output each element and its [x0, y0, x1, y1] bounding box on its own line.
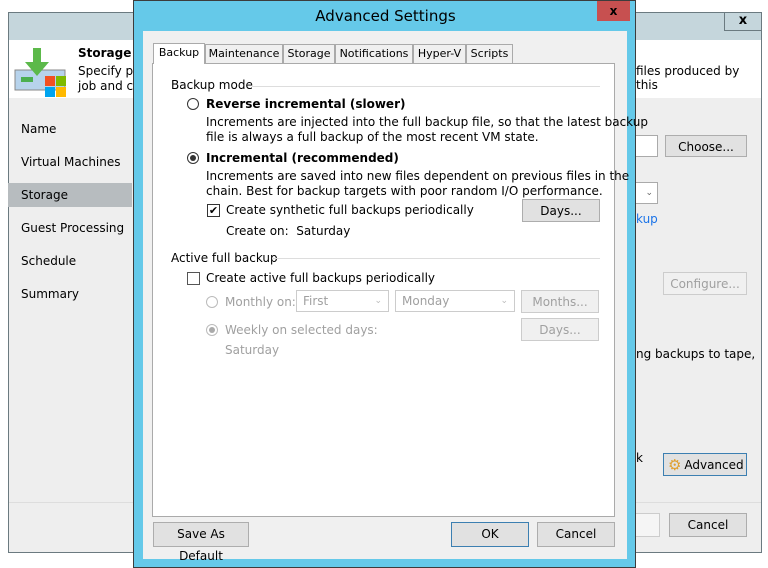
tab-hyper-v[interactable]: Hyper-V [413, 44, 466, 64]
advanced-label: Advanced [684, 458, 744, 472]
gear-icon: ⚙ [668, 456, 682, 474]
weekly-radio[interactable] [206, 324, 218, 336]
create-on-text: Create on: Saturday [226, 224, 351, 238]
storage-icon [14, 48, 66, 97]
nav-name[interactable]: Name [8, 117, 132, 141]
wizard-header-title: Storage [78, 46, 132, 60]
link-fragment[interactable]: kup [636, 212, 658, 226]
reverse-desc-1: Increments are injected into the full ba… [206, 115, 648, 129]
monthly-radio[interactable] [206, 296, 218, 308]
reverse-incremental-radio[interactable] [187, 98, 199, 110]
incremental-desc-1: Increments are saved into new files depe… [206, 169, 630, 183]
dialog-close-button[interactable]: x [597, 1, 630, 21]
k-text: k [636, 451, 643, 465]
nav-guest-processing[interactable]: Guest Processing [8, 216, 132, 240]
tape-text: ng backups to tape, [636, 347, 756, 361]
monthly-week-value: First [303, 294, 329, 308]
chevron-down-icon: ⌄ [374, 296, 382, 306]
monthly-day-select[interactable]: Monday ⌄ [395, 290, 515, 312]
synthetic-days-button[interactable]: Days... [522, 199, 600, 222]
backup-mode-heading: Backup mode [171, 78, 253, 92]
divider [252, 86, 600, 87]
synthetic-full-label[interactable]: Create synthetic full backups periodical… [226, 203, 474, 217]
monthly-label[interactable]: Monthly on: [225, 295, 296, 309]
incremental-label[interactable]: Incremental (recommended) [206, 151, 399, 165]
incremental-radio[interactable] [187, 152, 199, 164]
monthly-week-select[interactable]: First ⌄ [296, 290, 389, 312]
wizard-header-desc-1: Specify pr [78, 64, 139, 78]
reverse-incremental-label[interactable]: Reverse incremental (slower) [206, 97, 405, 111]
dialog-title: Advanced Settings [315, 7, 456, 25]
nav-storage[interactable]: Storage [8, 183, 132, 207]
chevron-down-icon: ⌄ [500, 296, 508, 306]
monthly-day-value: Monday [402, 294, 450, 308]
tab-scripts[interactable]: Scripts [466, 44, 513, 64]
tab-maintenance[interactable]: Maintenance [205, 44, 283, 64]
save-as-default-button[interactable]: Save As Default [153, 522, 249, 563]
weekly-label[interactable]: Weekly on selected days: [225, 323, 378, 337]
cancel-button[interactable]: Cancel [537, 522, 615, 547]
advanced-button[interactable]: ⚙ Advanced [663, 453, 747, 476]
ok-button[interactable]: OK [451, 522, 529, 547]
wizard-header-desc-2: job and cu [78, 79, 141, 93]
incremental-desc-2: chain. Best for backup targets with poor… [206, 184, 603, 198]
nav-virtual-machines[interactable]: Virtual Machines [8, 150, 132, 174]
wizard-close-button[interactable]: x [724, 12, 762, 31]
wizard-cancel-button[interactable]: Cancel [669, 513, 747, 537]
months-button[interactable]: Months... [521, 290, 599, 313]
active-full-label[interactable]: Create active full backups periodically [206, 271, 435, 285]
configure-button[interactable]: Configure... [663, 272, 747, 295]
divider [272, 258, 600, 259]
tab-backup[interactable]: Backup [153, 43, 205, 64]
tab-notifications[interactable]: Notifications [335, 44, 413, 64]
active-full-checkbox[interactable] [187, 272, 200, 285]
synthetic-full-checkbox[interactable]: ✔ [207, 204, 220, 217]
active-full-heading: Active full backup [171, 251, 278, 265]
wizard-header-desc-right: files produced by this [636, 64, 740, 92]
nav-summary[interactable]: Summary [8, 282, 132, 306]
choose-button[interactable]: Choose... [665, 135, 747, 157]
weekly-value: Saturday [225, 343, 280, 357]
weekly-days-button[interactable]: Days... [521, 318, 599, 341]
reverse-desc-2: file is always a full backup of the most… [206, 130, 539, 144]
tab-storage[interactable]: Storage [283, 44, 335, 64]
nav-schedule[interactable]: Schedule [8, 249, 132, 273]
